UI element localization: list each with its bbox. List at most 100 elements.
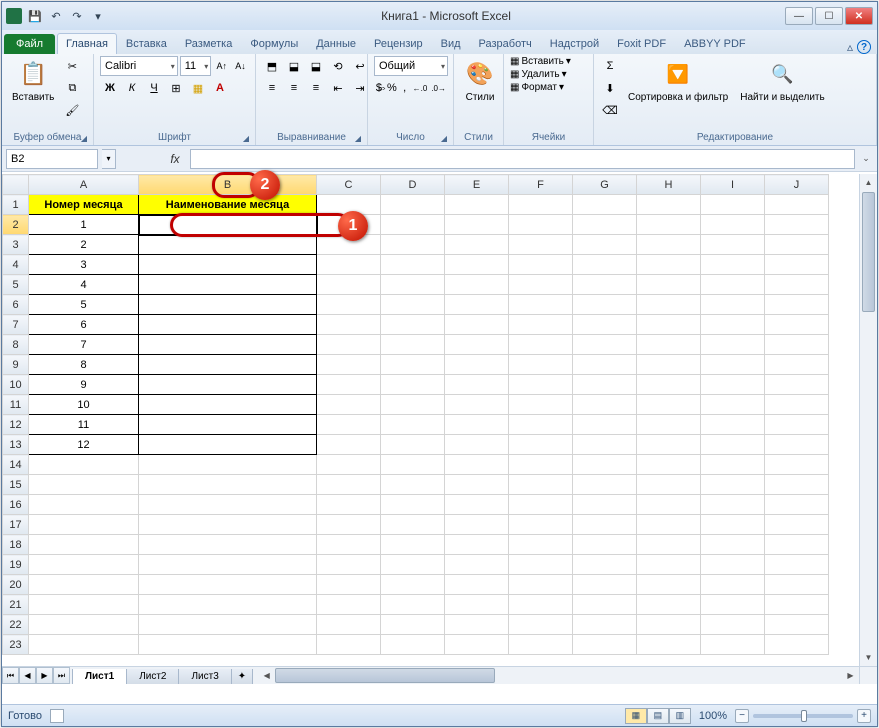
cell-G19[interactable] (573, 555, 637, 575)
row-header-16[interactable]: 16 (3, 495, 29, 515)
cell-G2[interactable] (573, 215, 637, 235)
cell-A12[interactable]: 11 (29, 415, 139, 435)
cell-G5[interactable] (573, 275, 637, 295)
cell-G8[interactable] (573, 335, 637, 355)
cell-F13[interactable] (509, 435, 573, 455)
cell-I14[interactable] (701, 455, 765, 475)
font-size-combo[interactable]: 11 (180, 56, 212, 76)
cell-G1[interactable] (573, 195, 637, 215)
cell-G9[interactable] (573, 355, 637, 375)
cell-A15[interactable] (29, 475, 139, 495)
align-left-button[interactable]: ≡ (262, 78, 282, 98)
cell-C1[interactable] (317, 195, 381, 215)
cell-G15[interactable] (573, 475, 637, 495)
cell-J23[interactable] (765, 635, 829, 655)
cell-C20[interactable] (317, 575, 381, 595)
row-header-1[interactable]: 1 (3, 195, 29, 215)
cell-C19[interactable] (317, 555, 381, 575)
cell-E4[interactable] (445, 255, 509, 275)
cell-D22[interactable] (381, 615, 445, 635)
page-break-view-button[interactable]: ▥ (669, 708, 691, 724)
last-sheet-button[interactable]: ⏭ (53, 667, 70, 684)
cell-E20[interactable] (445, 575, 509, 595)
cell-E17[interactable] (445, 515, 509, 535)
shrink-font-button[interactable]: A↓ (232, 56, 249, 76)
cell-D17[interactable] (381, 515, 445, 535)
cell-D5[interactable] (381, 275, 445, 295)
styles-button[interactable]: 🎨 Стили (460, 56, 500, 105)
cell-B21[interactable] (139, 595, 317, 615)
cell-D9[interactable] (381, 355, 445, 375)
align-middle-button[interactable]: ⬓ (284, 56, 304, 76)
cell-H21[interactable] (637, 595, 701, 615)
cell-F14[interactable] (509, 455, 573, 475)
cell-F1[interactable] (509, 195, 573, 215)
cell-J10[interactable] (765, 375, 829, 395)
cell-B9[interactable] (139, 355, 317, 375)
cell-B20[interactable] (139, 575, 317, 595)
cell-E23[interactable] (445, 635, 509, 655)
cell-H8[interactable] (637, 335, 701, 355)
cell-J15[interactable] (765, 475, 829, 495)
cell-C3[interactable] (317, 235, 381, 255)
cell-D4[interactable] (381, 255, 445, 275)
tab-foxit pdf[interactable]: Foxit PDF (608, 33, 675, 54)
cell-D10[interactable] (381, 375, 445, 395)
cell-A16[interactable] (29, 495, 139, 515)
cell-C14[interactable] (317, 455, 381, 475)
horizontal-scrollbar[interactable]: ◀ ▶ (258, 667, 859, 684)
file-tab[interactable]: Файл (4, 34, 55, 54)
tab-вид[interactable]: Вид (432, 33, 470, 54)
cell-B3[interactable] (139, 235, 317, 255)
cell-I5[interactable] (701, 275, 765, 295)
undo-button[interactable]: ↶ (47, 7, 65, 25)
scroll-left-button[interactable]: ◀ (258, 667, 275, 684)
cell-G3[interactable] (573, 235, 637, 255)
expand-formula-bar-button[interactable]: ⌄ (859, 149, 873, 169)
cell-F18[interactable] (509, 535, 573, 555)
delete-cells-button[interactable]: ▦ Удалить ▾ (510, 69, 571, 80)
cell-F5[interactable] (509, 275, 573, 295)
cell-E10[interactable] (445, 375, 509, 395)
cell-H3[interactable] (637, 235, 701, 255)
cell-H20[interactable] (637, 575, 701, 595)
cell-I20[interactable] (701, 575, 765, 595)
column-header-I[interactable]: I (701, 175, 765, 195)
currency-button[interactable]: $ (374, 78, 384, 98)
format-painter-button[interactable]: 🖌 (62, 100, 82, 120)
cut-button[interactable]: ✂ (62, 56, 82, 76)
cell-E1[interactable] (445, 195, 509, 215)
cell-D1[interactable] (381, 195, 445, 215)
fill-color-button[interactable]: ▦ (188, 78, 208, 98)
cell-H10[interactable] (637, 375, 701, 395)
prev-sheet-button[interactable]: ◀ (19, 667, 36, 684)
cell-B11[interactable] (139, 395, 317, 415)
cell-G16[interactable] (573, 495, 637, 515)
cell-I7[interactable] (701, 315, 765, 335)
cell-D7[interactable] (381, 315, 445, 335)
cell-J12[interactable] (765, 415, 829, 435)
sheet-tab-лист2[interactable]: Лист2 (126, 669, 179, 685)
cell-H4[interactable] (637, 255, 701, 275)
cell-J14[interactable] (765, 455, 829, 475)
cell-H6[interactable] (637, 295, 701, 315)
row-header-7[interactable]: 7 (3, 315, 29, 335)
row-header-23[interactable]: 23 (3, 635, 29, 655)
cell-G14[interactable] (573, 455, 637, 475)
cell-E6[interactable] (445, 295, 509, 315)
cell-D19[interactable] (381, 555, 445, 575)
save-button[interactable]: 💾 (26, 7, 44, 25)
cell-F4[interactable] (509, 255, 573, 275)
cell-D12[interactable] (381, 415, 445, 435)
cell-A7[interactable]: 6 (29, 315, 139, 335)
paste-button[interactable]: 📋 Вставить (8, 56, 58, 105)
tab-надстрой[interactable]: Надстрой (541, 33, 608, 54)
align-center-button[interactable]: ≡ (284, 78, 304, 98)
bold-button[interactable]: Ж (100, 78, 120, 98)
increase-decimal-button[interactable]: ←.0 (412, 78, 429, 98)
normal-view-button[interactable]: ▦ (625, 708, 647, 724)
row-header-22[interactable]: 22 (3, 615, 29, 635)
cell-C12[interactable] (317, 415, 381, 435)
worksheet-grid[interactable]: ABCDEFGHIJ 1Номер месяцаНаименование мес… (2, 174, 829, 655)
cell-B18[interactable] (139, 535, 317, 555)
